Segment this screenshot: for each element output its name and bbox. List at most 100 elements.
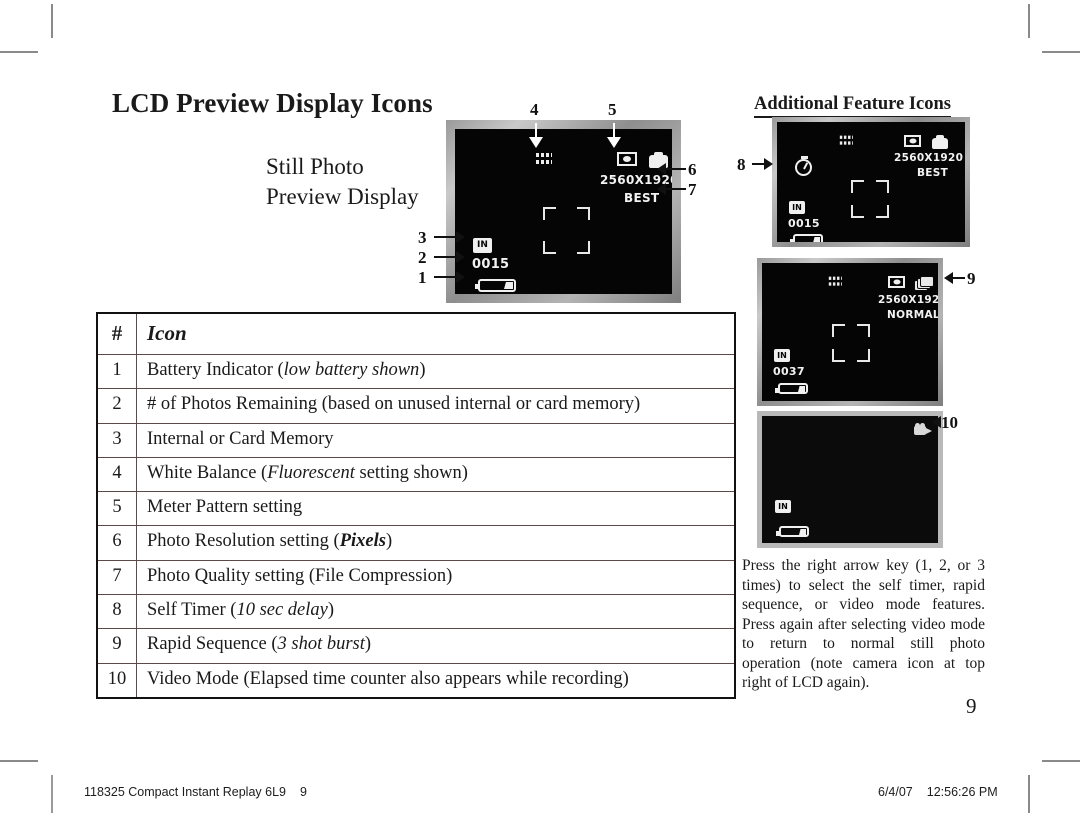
row-text-pre: Meter Pattern setting [147,497,303,518]
row-text-post: ) [327,600,335,620]
lcd-screen: 2560X1920 BEST IN 0015 [777,122,965,242]
footer-page-number: 9 [299,785,307,799]
lcd-video-mode-preview: IN [757,411,943,548]
row-description: Meter Pattern setting [136,491,736,527]
table-header-row: # Icon [96,312,736,356]
callout-7-leader [666,188,686,190]
row-text-pre: White Balance ( [147,462,268,483]
row-description: Battery Indicator (low battery shown) [136,354,736,390]
row-number: 8 [96,593,137,630]
row-number: 2 [96,388,137,424]
row-text-italic: 10 sec delay [236,600,328,620]
row-number: 3 [96,422,137,458]
additional-feature-icons-title: Additional Feature Icons [754,94,952,118]
row-text-pre: Self Timer ( [147,600,237,620]
rapid-sequence-icon [914,276,934,291]
row-text-post: setting shown) [354,462,468,483]
low-battery-icon [776,526,809,537]
video-mode-icon [914,423,932,436]
callout-number-6: 6 [688,160,697,179]
row-text-pre: Photo Quality setting (File Compression) [147,565,453,586]
still-photo-subtitle: Still Photo Preview Display [266,152,419,212]
column-header-icon: Icon [136,312,736,356]
callout-9-arrow [944,272,953,284]
lcd-screen: IN [762,416,938,543]
row-text-italic: low battery shown [283,360,420,381]
callout-2-leader [434,256,456,258]
low-battery-icon [790,234,823,242]
footer-divider-left [51,775,53,813]
meter-pattern-icon [888,276,905,288]
footer-time: 12:56:26 PM [926,785,998,799]
row-description: Video Mode (Elapsed time counter also ap… [136,662,736,699]
table-row: 9 Rapid Sequence (3 shot burst) [96,628,736,664]
callout-6-arrow [657,163,666,175]
row-text-bold-italic: Pixels [339,531,386,552]
resolution-value: 2560X1920 [894,152,964,164]
row-text-pre: Internal or Card Memory [147,428,334,449]
meter-pattern-icon [904,135,921,147]
crop-mark-bottom-left-horizontal [0,760,38,762]
callout-3-arrow [456,231,465,243]
callout-number-10: 10 [941,413,958,432]
low-battery-icon [475,279,516,292]
callout-number-1: 1 [418,268,427,287]
photos-remaining-value: 0037 [773,365,805,378]
callout-number-8: 8 [737,155,746,174]
photos-remaining-value: 0015 [472,257,510,272]
low-battery-icon [775,383,808,394]
crop-mark-top-left-horizontal [0,51,38,53]
row-text-post: ) [364,634,372,655]
crop-mark-bottom-right-vertical [1028,775,1030,813]
table-row: 4 White Balance (Fluorescent setting sho… [96,456,736,493]
fluorescent-white-balance-icon [839,134,854,147]
row-number: 9 [96,628,137,664]
focus-bracket [851,180,889,218]
still-camera-icon [932,135,948,149]
photos-remaining-value: 0015 [788,217,820,230]
table-row: 1 Battery Indicator (low battery shown) [96,354,736,390]
row-text-pre: Battery Indicator ( [147,360,284,381]
lcd-self-timer-preview: 2560X1920 BEST IN 0015 [772,117,970,247]
callout-2-arrow [456,251,465,263]
memory-icon: IN [774,349,790,362]
table-row: 8 Self Timer (10 sec delay) [96,593,736,630]
instruction-paragraph: Press the right arrow key (1, 2, or 3 ti… [742,557,985,691]
icon-legend-table: # Icon 1 Battery Indicator (low battery … [96,312,736,699]
self-timer-icon [795,156,812,176]
memory-icon: IN [473,238,492,253]
lcd-screen: 2560X1920 BEST IN 0015 [455,129,672,294]
row-description: # of Photos Remaining (based on unused i… [136,388,736,424]
row-description: Self Timer (10 sec delay) [136,593,736,630]
still-photo-subtitle-line2: Preview Display [266,184,419,209]
fluorescent-white-balance-icon [828,275,843,288]
callout-number-5: 5 [608,100,617,119]
quality-value: NORMAL [887,309,938,321]
callout-number-3: 3 [418,228,427,247]
table-row: 2 # of Photos Remaining (based on unused… [96,388,736,424]
footer-right-text: 6/4/07 12:56:26 PM [878,785,998,799]
memory-icon: IN [775,500,791,513]
crop-mark-top-right-vertical [1028,4,1030,38]
footer-document-name: 118325 Compact Instant Replay 6L9 [84,785,286,799]
page-title: LCD Preview Display Icons [112,88,433,118]
lcd-still-photo-preview: 2560X1920 BEST IN 0015 [446,120,681,303]
callout-1-leader [434,276,456,278]
page-number: 9 [966,694,977,718]
lcd-rapid-sequence-preview: 2560X1920 NORMAL IN 0037 [757,258,943,406]
row-description: Photo Quality setting (File Compression) [136,559,736,596]
table-row: 7 Photo Quality setting (File Compressio… [96,559,736,596]
row-number: 1 [96,354,137,390]
footer-date: 6/4/07 [878,785,913,799]
table-body: # Icon 1 Battery Indicator (low battery … [96,312,736,699]
callout-number-4: 4 [530,100,539,119]
table-row: 10 Video Mode (Elapsed time counter also… [96,662,736,699]
focus-bracket [543,207,590,254]
callout-8-leader [752,163,764,165]
row-text-italic: 3 shot burst [277,634,365,655]
callout-5-arrow [607,137,621,148]
resolution-value: 2560X1920 [878,294,938,306]
meter-pattern-icon [617,152,637,166]
table-row: 3 Internal or Card Memory [96,422,736,458]
row-number: 5 [96,491,137,527]
